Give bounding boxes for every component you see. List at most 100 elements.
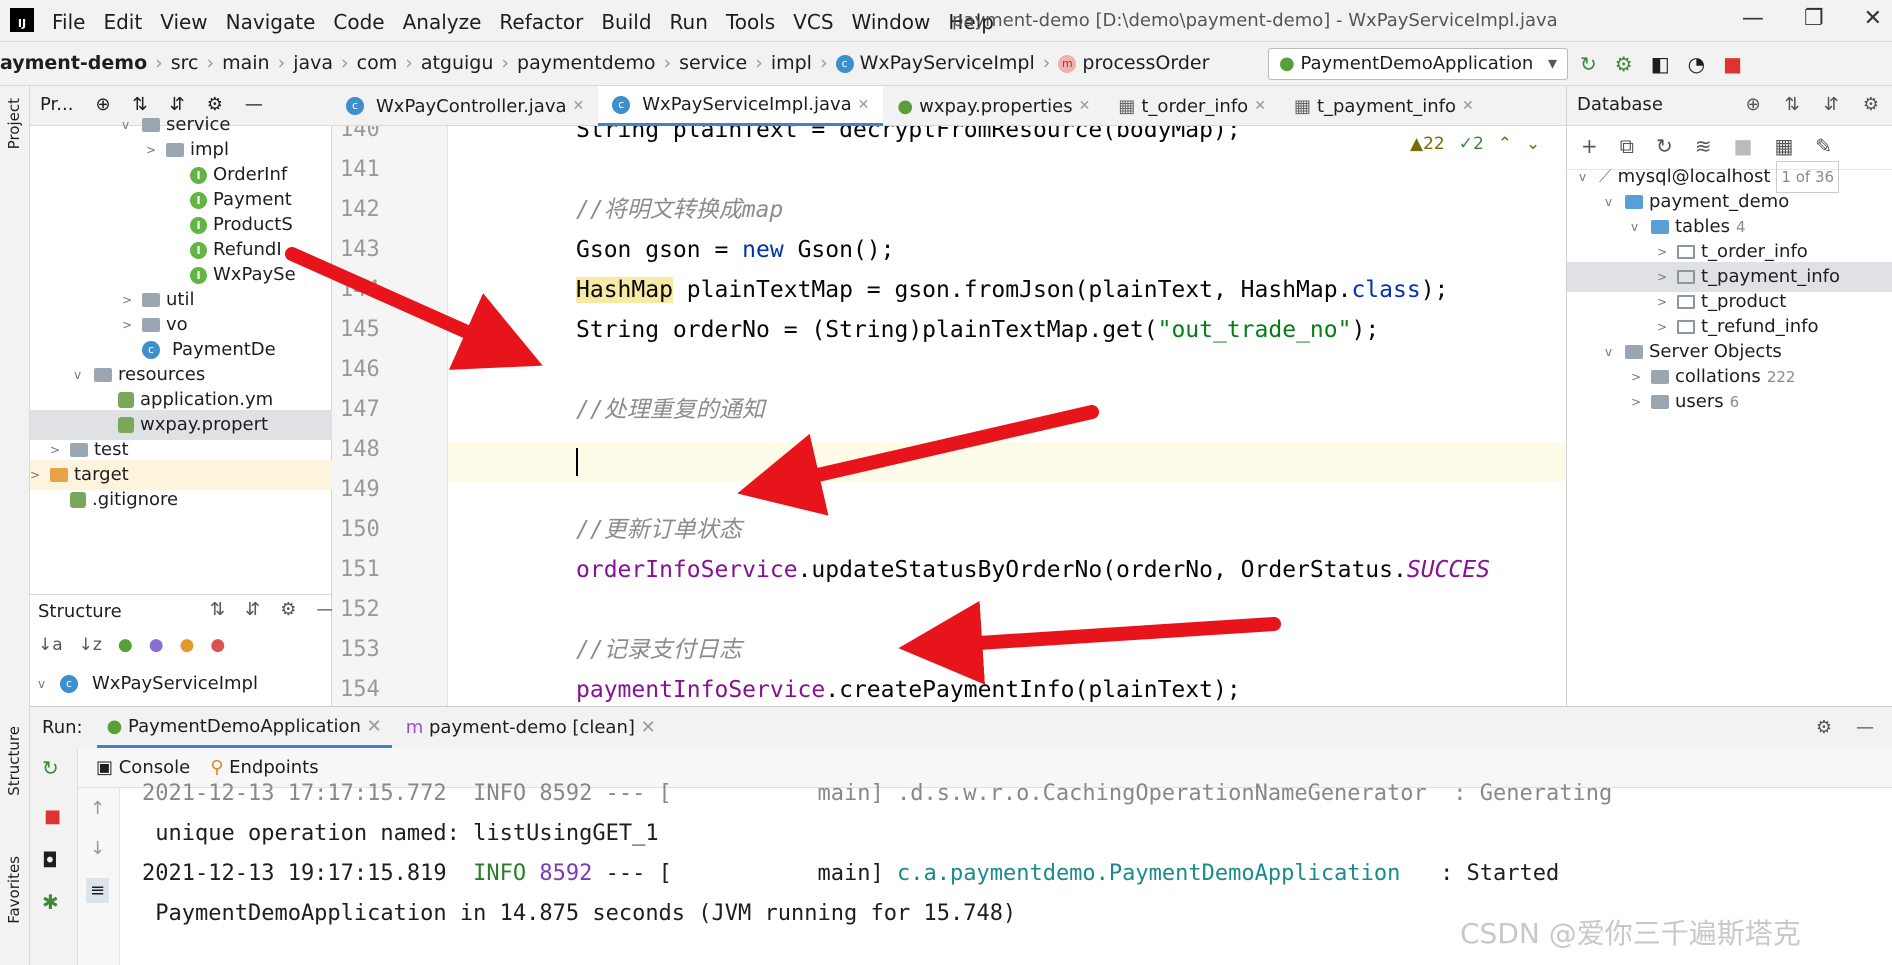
sort-alpha-icon[interactable]: ↓a bbox=[38, 635, 63, 655]
breadcrumb-item[interactable]: c WxPayServiceImpl bbox=[835, 52, 1035, 74]
run-tab-app[interactable]: ● PaymentDemoApplication ✕ bbox=[96, 708, 392, 748]
editor-tab[interactable]: c WxPayServiceImpl.java ✕ bbox=[598, 86, 884, 126]
close-icon[interactable]: ✕ bbox=[573, 98, 585, 114]
sort-icon[interactable]: ⇅ bbox=[210, 599, 225, 620]
editor-tab[interactable]: ▦ t_order_info ✕ bbox=[1104, 86, 1280, 126]
expand-icon[interactable]: ⇵ bbox=[245, 599, 260, 620]
stop-icon[interactable]: ■ bbox=[1723, 52, 1742, 76]
add-icon[interactable]: + bbox=[1581, 134, 1598, 161]
run-tab-clean[interactable]: m payment-demo [clean] ✕ bbox=[406, 717, 656, 738]
prev-highlight-icon[interactable]: ⌃ bbox=[1498, 134, 1512, 154]
favorites-tool-tab[interactable]: Favorites bbox=[5, 856, 23, 924]
menu-item-build[interactable]: Build bbox=[601, 10, 651, 34]
table-icon bbox=[1677, 320, 1695, 334]
ok-count: 2 bbox=[1472, 134, 1484, 154]
profile-icon[interactable]: ◔ bbox=[1688, 52, 1705, 76]
next-highlight-icon[interactable]: ⌄ bbox=[1526, 134, 1540, 154]
breadcrumb-separator: › bbox=[405, 52, 413, 74]
stop-icon[interactable]: ■ bbox=[1734, 134, 1753, 161]
sort-visibility-icon[interactable]: ↓z bbox=[79, 635, 102, 655]
scroll-down-icon[interactable]: ↓ bbox=[90, 838, 105, 859]
schema-icon[interactable]: ≋ bbox=[1695, 134, 1712, 161]
maximize-icon[interactable]: ❐ bbox=[1804, 6, 1824, 31]
breadcrumb-item[interactable]: service bbox=[679, 52, 747, 74]
project-tool-tab[interactable]: Project bbox=[5, 98, 23, 149]
editor-tab[interactable]: c WxPayController.java ✕ bbox=[332, 86, 598, 126]
folder-icon bbox=[142, 118, 160, 132]
menu-item-analyze[interactable]: Analyze bbox=[403, 10, 482, 34]
breadcrumb-item[interactable]: main bbox=[222, 52, 269, 74]
gear-icon[interactable]: ⚙ bbox=[280, 599, 296, 620]
breadcrumb-item[interactable]: ayment-demo bbox=[0, 52, 147, 74]
inherited-icon[interactable]: ● bbox=[118, 635, 133, 655]
coverage-icon[interactable]: ◧ bbox=[1651, 52, 1670, 76]
editor-tab[interactable]: ● wxpay.properties ✕ bbox=[883, 86, 1104, 126]
breadcrumb-item[interactable]: atguigu bbox=[421, 52, 494, 74]
project-tree-item[interactable]: .gitignore bbox=[50, 485, 178, 515]
copy-icon[interactable]: ⧉ bbox=[1620, 134, 1634, 161]
database-tree-item[interactable]: > users 6 bbox=[1631, 387, 1739, 417]
hide-icon[interactable]: — bbox=[245, 94, 263, 117]
fields-icon[interactable]: ● bbox=[180, 635, 195, 655]
breadcrumb-item[interactable]: com bbox=[357, 52, 398, 74]
debug-icon[interactable]: ⚙ bbox=[1615, 52, 1633, 76]
collapse-all-icon[interactable]: ⇵ bbox=[1824, 94, 1839, 115]
hide-icon[interactable]: — bbox=[1856, 717, 1874, 738]
close-icon[interactable]: ✕ bbox=[1079, 98, 1091, 114]
breadcrumb-label: main bbox=[222, 52, 270, 74]
gear-icon[interactable]: ⚙ bbox=[1816, 717, 1832, 738]
stop-icon[interactable]: ■ bbox=[44, 806, 61, 827]
run-configuration-select[interactable]: ● PaymentDemoApplication ▾ bbox=[1268, 48, 1568, 80]
structure-tool-tab[interactable]: Structure bbox=[5, 726, 23, 796]
menu-item-edit[interactable]: Edit bbox=[103, 10, 142, 34]
gear-icon[interactable]: ⚙ bbox=[1863, 94, 1879, 115]
breadcrumb-item[interactable]: paymentdemo bbox=[517, 52, 656, 74]
expand-all-icon[interactable]: ⇅ bbox=[1785, 94, 1800, 115]
properties-icon[interactable]: ● bbox=[149, 635, 164, 655]
non-public-icon[interactable]: ● bbox=[210, 635, 225, 655]
soft-wrap-icon[interactable]: ≡ bbox=[86, 878, 110, 903]
menu-item-view[interactable]: View bbox=[160, 10, 207, 34]
folder-icon bbox=[166, 143, 184, 157]
scroll-up-icon[interactable]: ↑ bbox=[90, 798, 105, 819]
item-count: 6 bbox=[1729, 393, 1740, 411]
project-view-select[interactable]: Pr... bbox=[40, 94, 73, 117]
rerun-icon[interactable]: ↻ bbox=[1580, 52, 1597, 76]
breadcrumb-label: ayment-demo bbox=[0, 52, 148, 74]
menu-item-tools[interactable]: Tools bbox=[726, 10, 775, 34]
breadcrumb-item[interactable]: java bbox=[293, 52, 333, 74]
camera-icon[interactable]: ◘ bbox=[42, 848, 58, 872]
minimize-icon[interactable]: — bbox=[1742, 6, 1764, 31]
edit-icon[interactable]: ✎ bbox=[1815, 134, 1832, 161]
menu-item-file[interactable]: File bbox=[52, 10, 85, 34]
line-number: 151 bbox=[340, 557, 380, 582]
breadcrumb-label: paymentdemo bbox=[517, 52, 656, 74]
breadcrumb-item[interactable]: src bbox=[171, 52, 199, 74]
code-editor[interactable]: 140 String plainText = decryptFromResourc… bbox=[332, 126, 1566, 706]
close-icon[interactable]: ✕ bbox=[1254, 98, 1266, 114]
editor-tab[interactable]: ▦ t_payment_info ✕ bbox=[1280, 86, 1488, 126]
menu-item-window[interactable]: Window bbox=[852, 10, 931, 34]
close-icon[interactable]: ✕ bbox=[1864, 6, 1882, 31]
breadcrumb-item[interactable]: m processOrder bbox=[1058, 52, 1209, 74]
menu-item-navigate[interactable]: Navigate bbox=[226, 10, 316, 34]
editor-tab-label: t_order_info bbox=[1141, 95, 1249, 117]
menu-bar: IJ File Edit View Navigate Code Analyze Refact… bbox=[0, 0, 1892, 42]
close-icon[interactable]: ✕ bbox=[1462, 98, 1474, 114]
menu-item-vcs[interactable]: VCS bbox=[793, 10, 833, 34]
menu-item-refactor[interactable]: Refactor bbox=[499, 10, 583, 34]
locate-icon[interactable]: ⊕ bbox=[1746, 94, 1761, 115]
menu-item-code[interactable]: Code bbox=[333, 10, 384, 34]
debug-icon[interactable]: ✱ bbox=[42, 890, 59, 914]
refresh-icon[interactable]: ↻ bbox=[1656, 134, 1673, 161]
rerun-icon[interactable]: ↻ bbox=[42, 756, 59, 780]
locate-icon[interactable]: ⊕ bbox=[95, 94, 110, 117]
inspection-widget[interactable]: ▲22 ✓2 ⌃ ⌄ bbox=[1410, 134, 1540, 154]
breadcrumb-item[interactable]: impl bbox=[771, 52, 812, 74]
table-icon[interactable]: ▦ bbox=[1774, 134, 1793, 161]
structure-root[interactable]: v c WxPayServiceImpl bbox=[38, 673, 258, 694]
menu-item-run[interactable]: Run bbox=[670, 10, 708, 34]
close-icon[interactable]: ✕ bbox=[858, 97, 870, 113]
line-number: 147 bbox=[340, 397, 380, 422]
chevron-icon: > bbox=[30, 468, 41, 482]
